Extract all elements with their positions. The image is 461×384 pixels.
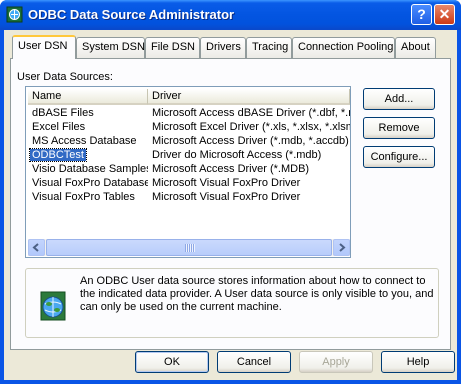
title-help-button[interactable]: ? xyxy=(411,4,432,25)
database-globe-icon xyxy=(40,291,66,321)
list-rows: dBASE Files Microsoft Access dBASE Drive… xyxy=(28,106,350,204)
chevron-left-icon xyxy=(32,243,39,252)
list-item[interactable]: Visual FoxPro Tables Microsoft Visual Fo… xyxy=(28,190,350,204)
tab-label: File DSN xyxy=(151,41,196,53)
tab-drivers[interactable]: Drivers xyxy=(200,37,246,58)
dsn-driver: Microsoft Access Driver (*.MDB) xyxy=(152,163,310,175)
tab-label: User DSN xyxy=(18,40,68,52)
list-item[interactable]: MS Access Database Microsoft Access Driv… xyxy=(28,134,350,148)
dsn-name: ODBCTest xyxy=(29,148,87,162)
column-header-driver[interactable]: Driver xyxy=(148,89,350,105)
list-item[interactable]: Excel Files Microsoft Excel Driver (*.xl… xyxy=(28,120,350,134)
chevron-right-icon xyxy=(339,243,346,252)
dsn-name: Visio Database Samples xyxy=(32,163,148,175)
list-header: Name Driver xyxy=(28,89,350,105)
list-item[interactable]: Visual FoxPro Database Microsoft Visual … xyxy=(28,176,350,190)
info-description: An ODBC User data source stores informat… xyxy=(80,275,434,313)
question-mark-icon: ? xyxy=(417,6,426,22)
remove-button[interactable]: Remove xyxy=(363,117,435,139)
odbc-administrator-window: ODBC Data Source Administrator ? ✕ User … xyxy=(0,0,461,384)
help-button[interactable]: Help xyxy=(381,351,455,373)
dsn-name: dBASE Files xyxy=(32,107,94,119)
tab-label: System DSN xyxy=(82,41,145,53)
dsn-driver: Driver do Microsoft Access (*.mdb) xyxy=(152,149,322,161)
title-close-button[interactable]: ✕ xyxy=(434,4,455,25)
scroll-right-button[interactable] xyxy=(333,239,350,256)
data-sources-list[interactable]: Name Driver dBASE Files Microsoft Access… xyxy=(25,86,351,258)
dsn-name: Excel Files xyxy=(32,121,86,133)
tab-label: Drivers xyxy=(206,41,241,53)
scroll-thumb[interactable] xyxy=(46,239,332,256)
odbc-icon xyxy=(6,6,23,23)
list-item[interactable]: dBASE Files Microsoft Access dBASE Drive… xyxy=(28,106,350,120)
tab-label: About xyxy=(401,41,430,53)
title-bar[interactable]: ODBC Data Source Administrator ? ✕ xyxy=(0,0,461,30)
dsn-driver: Microsoft Access dBASE Driver (*.dbf, *.… xyxy=(152,107,350,119)
tab-system-dsn[interactable]: System DSN xyxy=(76,37,145,58)
scroll-left-button[interactable] xyxy=(28,239,45,256)
info-groupbox: An ODBC User data source stores informat… xyxy=(25,268,439,338)
cancel-button[interactable]: Cancel xyxy=(217,351,291,373)
add-button[interactable]: Add... xyxy=(363,88,435,110)
dsn-name: Visual FoxPro Tables xyxy=(32,191,135,203)
scroll-grip-icon xyxy=(185,244,195,252)
close-icon: ✕ xyxy=(438,6,451,22)
list-item[interactable]: Visio Database Samples Microsoft Access … xyxy=(28,162,350,176)
tab-label: Connection Pooling xyxy=(298,41,394,53)
dsn-driver: Microsoft Access Driver (*.mdb, *.accdb) xyxy=(152,135,349,147)
tab-about[interactable]: About xyxy=(395,37,436,58)
apply-button[interactable]: Apply xyxy=(299,351,373,373)
column-header-name[interactable]: Name xyxy=(28,89,148,105)
dsn-name: MS Access Database xyxy=(32,135,137,147)
tab-tracing[interactable]: Tracing xyxy=(246,37,292,58)
horizontal-scrollbar[interactable] xyxy=(28,239,350,256)
dsn-driver: Microsoft Excel Driver (*.xls, *.xlsx, *… xyxy=(152,121,350,133)
tab-user-dsn[interactable]: User DSN xyxy=(12,35,76,59)
list-item-selected[interactable]: ODBCTest Driver do Microsoft Access (*.m… xyxy=(28,148,350,162)
dsn-name: Visual FoxPro Database xyxy=(32,177,148,189)
configure-button[interactable]: Configure... xyxy=(363,146,435,168)
ok-button[interactable]: OK xyxy=(135,351,209,373)
tab-file-dsn[interactable]: File DSN xyxy=(145,37,200,58)
dsn-driver: Microsoft Visual FoxPro Driver xyxy=(152,177,301,189)
tab-label: Tracing xyxy=(252,41,289,53)
dsn-driver: Microsoft Visual FoxPro Driver xyxy=(152,191,301,203)
tab-connection-pooling[interactable]: Connection Pooling xyxy=(292,37,395,58)
dialog-client-area: User DSN System DSN File DSN Drivers Tra… xyxy=(4,30,457,380)
user-data-sources-label: User Data Sources: xyxy=(17,71,113,83)
window-title: ODBC Data Source Administrator xyxy=(28,7,235,22)
